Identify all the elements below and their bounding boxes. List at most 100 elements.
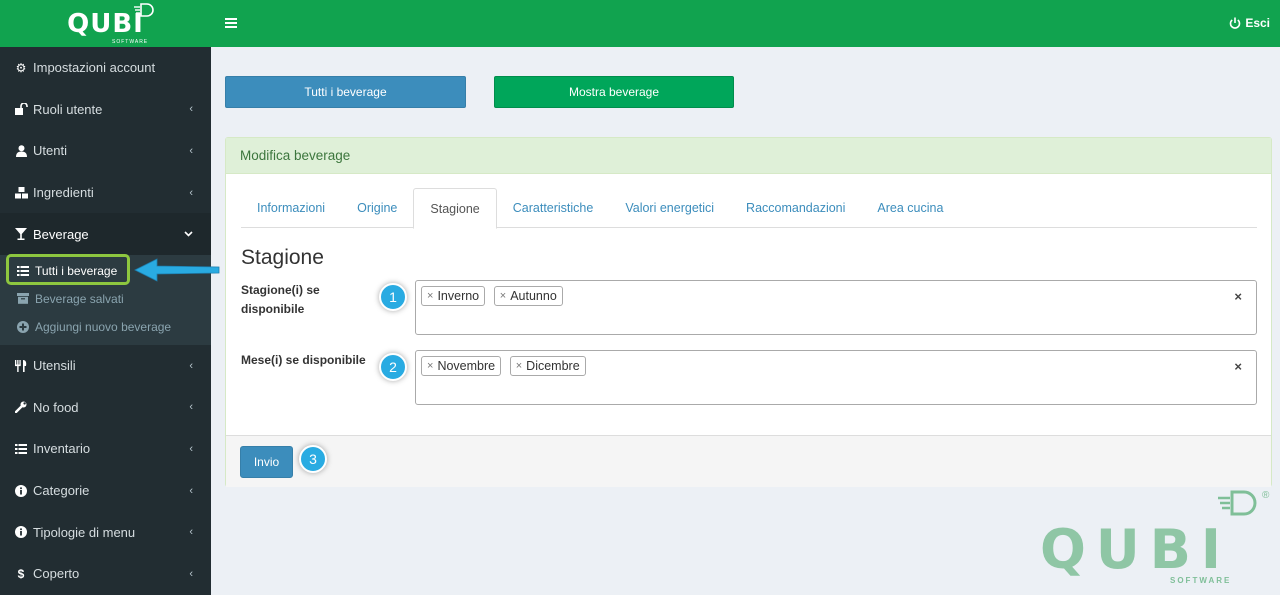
- panel-footer: Invio 3: [226, 435, 1271, 487]
- gear-icon: ⚙: [15, 60, 27, 75]
- edit-beverage-panel: Modifica beverage Informazioni Origine S…: [225, 137, 1272, 487]
- sidebar-item-label: Inventario: [33, 441, 91, 457]
- sidebar-item-label: Categorie: [33, 483, 90, 499]
- tab-caratteristiche[interactable]: Caratteristiche: [497, 188, 610, 228]
- submit-button[interactable]: Invio: [240, 446, 293, 478]
- wrench-icon: [14, 400, 28, 414]
- submenu-item-label: Aggiungi nuovo beverage: [35, 319, 172, 334]
- logo-mark-icon: [134, 3, 154, 17]
- tab-stagione[interactable]: Stagione: [413, 188, 497, 229]
- sidebar-item-impostazioni[interactable]: ⚙ Impostazioni account: [0, 47, 211, 89]
- chevron-left-icon: ‹: [189, 359, 193, 372]
- selected-tag[interactable]: × Inverno: [421, 286, 486, 306]
- submenu-item-aggiungi-beverage[interactable]: Aggiungi nuovo beverage: [0, 313, 211, 341]
- month-multiselect[interactable]: × Novembre × Dicembre ×: [415, 350, 1257, 405]
- tag-label: Autunno: [510, 289, 557, 303]
- sidebar-item-tipologie-menu[interactable]: Tipologie di menu ‹: [0, 511, 211, 553]
- submenu-item-label: Beverage salvati: [35, 291, 124, 306]
- remove-tag-icon[interactable]: ×: [427, 290, 433, 302]
- sidebar-item-label: Coperto: [33, 566, 80, 582]
- top-navbar: Esci: [211, 0, 1280, 47]
- chevron-left-icon: ‹: [189, 144, 193, 157]
- sidebar-item-label: Impostazioni account: [33, 60, 156, 76]
- unlock-icon: [14, 102, 28, 116]
- info-icon: [14, 484, 28, 498]
- remove-tag-icon[interactable]: ×: [500, 290, 506, 302]
- archive-icon: [16, 293, 30, 305]
- remove-tag-icon[interactable]: ×: [427, 360, 433, 372]
- month-field-label: Mese(i) se disponibile: [241, 353, 366, 367]
- cutlery-icon: [14, 359, 28, 373]
- annotation-arrow: [134, 258, 220, 282]
- sidebar-item-label: Ruoli utente: [33, 101, 103, 117]
- chevron-left-icon: ‹: [189, 186, 193, 199]
- dollar-icon: $: [17, 566, 25, 581]
- chevron-left-icon: ‹: [189, 442, 193, 455]
- sidebar-item-label: Beverage: [33, 226, 89, 242]
- chevron-left-icon: ‹: [189, 484, 193, 497]
- watermark-logo: QUBI: [1040, 518, 1232, 581]
- tag-label: Dicembre: [526, 359, 580, 373]
- watermark-sub: SOFTWARE: [1170, 576, 1232, 585]
- section-title: Stagione: [241, 246, 324, 269]
- sidebar-item-utensili[interactable]: Utensili ‹: [0, 345, 211, 387]
- cubes-icon: [14, 186, 28, 200]
- season-multiselect[interactable]: × Inverno × Autunno ×: [415, 280, 1257, 335]
- sidebar-item-label: Utensili: [33, 358, 76, 374]
- panel-title: Modifica beverage: [226, 138, 1271, 174]
- sidebar-item-beverage[interactable]: Beverage: [0, 213, 211, 255]
- selected-tag[interactable]: × Novembre: [421, 356, 502, 376]
- step-badge-3: 3: [299, 445, 327, 473]
- selected-tag[interactable]: × Autunno: [493, 286, 563, 306]
- logo[interactable]: QUBI SOFTWARE: [0, 0, 211, 47]
- sidebar-item-no-food[interactable]: No food ‹: [0, 387, 211, 429]
- tag-label: Novembre: [437, 359, 496, 373]
- sidebar-item-label: Utenti: [33, 143, 67, 159]
- glass-icon: [14, 227, 28, 241]
- chevron-left-icon: ‹: [189, 103, 193, 116]
- chevron-left-icon: ‹: [189, 567, 193, 580]
- tag-label: Inverno: [437, 289, 480, 303]
- step-badge-2: 2: [379, 353, 407, 381]
- all-beverage-button[interactable]: Tutti i beverage: [225, 76, 466, 108]
- logo-sub: SOFTWARE: [112, 39, 149, 45]
- sidebar-item-coperto[interactable]: $ Coperto ‹: [0, 553, 211, 595]
- logout-button[interactable]: Esci: [1229, 16, 1270, 30]
- submenu-item-beverage-salvati[interactable]: Beverage salvati: [0, 285, 211, 313]
- remove-tag-icon[interactable]: ×: [516, 360, 522, 372]
- logout-label: Esci: [1245, 16, 1270, 30]
- tab-raccomandazioni[interactable]: Raccomandazioni: [730, 188, 861, 228]
- menu-toggle-icon[interactable]: [225, 15, 237, 31]
- chevron-left-icon: ‹: [189, 526, 193, 539]
- registered-mark: ®: [1262, 490, 1270, 501]
- chevron-left-icon: ‹: [189, 401, 193, 414]
- sidebar-item-label: Tipologie di menu: [33, 524, 136, 540]
- user-icon: [14, 144, 28, 158]
- tab-origine[interactable]: Origine: [341, 188, 413, 228]
- power-icon: [1230, 17, 1241, 29]
- sidebar: QUBI SOFTWARE ⚙ Impostazioni account Ruo…: [0, 0, 211, 595]
- sidebar-item-inventario[interactable]: Inventario ‹: [0, 428, 211, 470]
- sidebar-item-ruoli[interactable]: Ruoli utente ‹: [0, 89, 211, 131]
- season-field-label: Stagione(i) se disponibile: [241, 283, 320, 316]
- sidebar-item-utenti[interactable]: Utenti ‹: [0, 130, 211, 172]
- tab-area-cucina[interactable]: Area cucina: [861, 188, 959, 228]
- chevron-down-icon: [184, 228, 193, 240]
- tab-valori-energetici[interactable]: Valori energetici: [609, 188, 730, 228]
- sidebar-item-categorie[interactable]: Categorie ‹: [0, 470, 211, 512]
- highlight-box: [6, 254, 130, 285]
- sidebar-menu: ⚙ Impostazioni account Ruoli utente ‹ Ut…: [0, 47, 211, 595]
- tab-informazioni[interactable]: Informazioni: [241, 188, 341, 228]
- sidebar-item-ingredienti[interactable]: Ingredienti ‹: [0, 172, 211, 214]
- tab-bar: Informazioni Origine Stagione Caratteris…: [241, 188, 1257, 229]
- info-icon: [14, 525, 28, 539]
- list-icon: [14, 442, 28, 456]
- show-beverage-button[interactable]: Mostra beverage: [494, 76, 734, 108]
- step-badge-1: 1: [379, 283, 407, 311]
- selected-tag[interactable]: × Dicembre: [509, 356, 586, 376]
- plus-circle-icon: [16, 320, 30, 333]
- clear-all-icon[interactable]: ×: [1234, 289, 1242, 304]
- watermark-mark-icon: [1218, 490, 1257, 516]
- sidebar-item-label: Ingredienti: [33, 185, 94, 201]
- clear-all-icon[interactable]: ×: [1234, 359, 1242, 374]
